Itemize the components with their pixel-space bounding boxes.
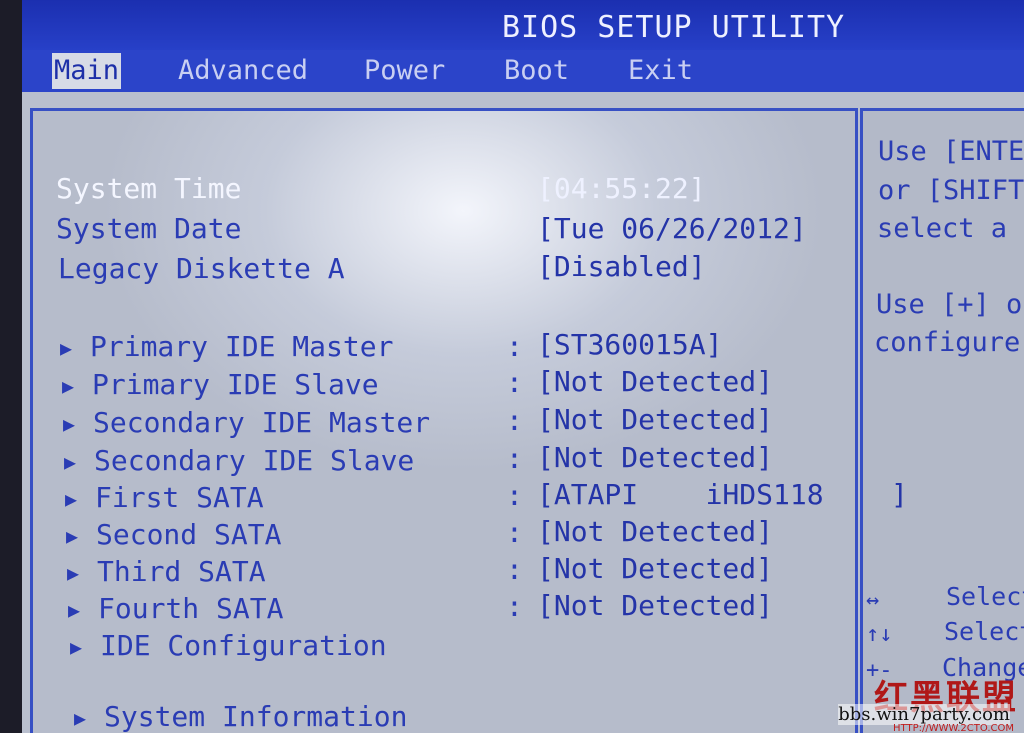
submenu-arrow-icon: ▶: [66, 524, 79, 548]
bios-title: BIOS SETUP UTILITY: [502, 10, 846, 45]
device-label: Secondary IDE Master: [93, 406, 431, 439]
system-date-label[interactable]: System Date: [56, 212, 241, 245]
menu-tab-advanced[interactable]: Advanced: [176, 53, 310, 89]
key-desc: Select: [946, 582, 1024, 611]
menu-tab-power[interactable]: Power: [362, 53, 447, 89]
submenu-arrow-icon: ▶: [74, 706, 87, 730]
submenu-arrow-icon: ▶: [70, 635, 83, 659]
up-down-arrow-icon: ↑↓: [866, 622, 893, 647]
submenu-arrow-icon: ▶: [62, 374, 75, 398]
bios-screen: BIOS SETUP UTILITY Main Advanced Power B…: [22, 0, 1024, 733]
separator: :: [506, 516, 523, 549]
separator: :: [506, 404, 523, 437]
device-value: [Not Detected]: [537, 589, 774, 622]
help-line: or [SHIFT-: [878, 175, 1024, 206]
device-value: [Not Detected]: [537, 441, 774, 474]
device-label: Fourth SATA: [98, 592, 284, 625]
title-bar: BIOS SETUP UTILITY: [22, 0, 1024, 50]
device-label: Primary IDE Master: [90, 330, 394, 363]
help-line: Use [+] or: [876, 289, 1024, 320]
device-label: Primary IDE Slave: [92, 368, 379, 401]
device-value: [Not Detected]: [537, 515, 774, 548]
separator: :: [506, 479, 523, 512]
menu-bar: Main Advanced Power Boot Exit: [22, 50, 1024, 92]
help-line: select a f: [877, 213, 1024, 244]
system-time-value[interactable]: [04:55:22]: [537, 172, 706, 205]
menu-tab-main[interactable]: Main: [52, 53, 122, 89]
separator: :: [506, 553, 523, 586]
submenu-label: System Information: [104, 700, 408, 733]
separator: :: [506, 330, 523, 363]
submenu-label: IDE Configuration: [100, 629, 387, 662]
separator: :: [506, 590, 523, 623]
watermark-url-secondary: HTTP://WWW.2CTO.COM: [893, 723, 1014, 733]
submenu-arrow-icon: ▶: [67, 561, 80, 585]
help-line: configure s: [874, 327, 1024, 358]
legacy-diskette-value[interactable]: [Disabled]: [537, 250, 706, 283]
system-time-label[interactable]: System Time: [56, 172, 241, 205]
device-label: Second SATA: [96, 518, 282, 551]
device-value: [Not Detected]: [537, 403, 774, 436]
device-label: Third SATA: [97, 555, 266, 588]
device-value: [ATAPI iHDS118 ]: [537, 478, 908, 511]
submenu-arrow-icon: ▶: [65, 487, 78, 511]
system-date-value[interactable]: [Tue 06/26/2012]: [537, 212, 807, 245]
legacy-diskette-label[interactable]: Legacy Diskette A: [58, 252, 345, 285]
submenu-arrow-icon: ▶: [63, 412, 76, 436]
separator: :: [506, 442, 523, 475]
left-right-arrow-icon: ↔: [866, 588, 880, 613]
menu-tab-exit[interactable]: Exit: [626, 53, 695, 89]
device-label: First SATA: [95, 481, 264, 514]
device-value: [ST360015A]: [537, 328, 723, 361]
submenu-arrow-icon: ▶: [60, 336, 73, 360]
device-label: Secondary IDE Slave: [94, 444, 415, 477]
separator: :: [506, 366, 523, 399]
device-value: [Not Detected]: [537, 552, 774, 585]
key-desc: Select: [944, 617, 1024, 646]
menu-tab-boot[interactable]: Boot: [502, 53, 571, 89]
help-line: Use [ENTER: [878, 136, 1024, 167]
submenu-arrow-icon: ▶: [64, 450, 77, 474]
submenu-arrow-icon: ▶: [68, 598, 81, 622]
device-value: [Not Detected]: [537, 365, 774, 398]
watermark-url: bbs.win7party.com: [838, 704, 1010, 725]
